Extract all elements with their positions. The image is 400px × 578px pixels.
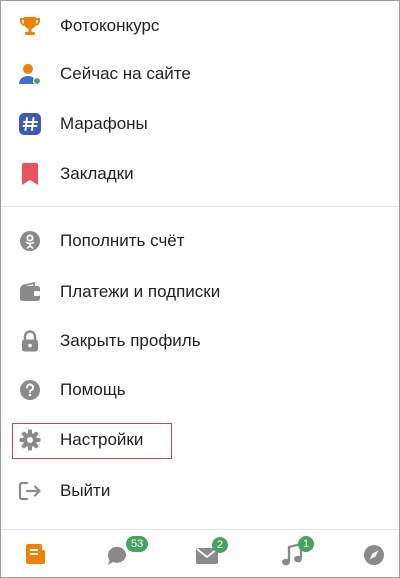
- menu-item-label: Пополнить счёт: [60, 231, 185, 250]
- compass-icon: [364, 545, 384, 565]
- chat-icon: [107, 546, 126, 565]
- help-icon: [18, 378, 42, 402]
- menu-item-label: Сейчас на сайте: [60, 64, 191, 83]
- nav-messages[interactable]: 53: [106, 536, 156, 568]
- settings-highlight-frame: [12, 423, 172, 459]
- nav-music[interactable]: 1: [281, 536, 331, 568]
- nav-discover[interactable]: [363, 540, 387, 568]
- menu-item-label: Выйти: [60, 481, 111, 500]
- menu-item-payments[interactable]: Платежи и подписки: [1, 267, 399, 317]
- logout-icon: [18, 479, 42, 503]
- menu-item-marathons[interactable]: Марафоны: [1, 99, 399, 149]
- ok-coin-icon: [18, 229, 42, 253]
- feed-icon: [26, 544, 45, 564]
- menu-item-top-up[interactable]: Пополнить счёт: [1, 216, 399, 266]
- menu-screen: Фотоконкурс Сейчас на сайте Марафоны Зак…: [0, 0, 400, 578]
- menu-item-label: Закрыть профиль: [60, 331, 201, 350]
- music-badge: 1: [298, 536, 315, 552]
- menu-item-label: Марафоны: [60, 114, 148, 133]
- lock-icon: [18, 329, 42, 353]
- notifications-badge: 2: [212, 537, 229, 553]
- bookmark-icon: [18, 162, 42, 186]
- menu-item-label: Фотоконкурс: [60, 16, 160, 35]
- menu-item-bookmarks[interactable]: Закладки: [1, 149, 399, 199]
- wallet-icon: [18, 280, 42, 304]
- menu-item-help[interactable]: Помощь: [1, 365, 399, 415]
- nav-feed[interactable]: [25, 540, 49, 568]
- menu-divider: [1, 206, 399, 207]
- menu-item-label: Помощь: [60, 380, 126, 399]
- menu-item-photo-contest[interactable]: Фотоконкурс: [1, 1, 399, 51]
- messages-badge: 53: [126, 536, 149, 552]
- hashtag-icon: [18, 112, 42, 136]
- menu-item-label: Закладки: [60, 164, 134, 183]
- nav-notifications[interactable]: 2: [195, 537, 245, 568]
- menu-item-label: Платежи и подписки: [60, 282, 221, 301]
- menu-item-online-now[interactable]: Сейчас на сайте: [1, 49, 399, 99]
- bottom-nav: 53 2 1: [1, 529, 399, 577]
- menu-item-close-profile[interactable]: Закрыть профиль: [1, 316, 399, 366]
- trophy-icon: [18, 14, 42, 38]
- online-user-icon: [18, 62, 42, 86]
- menu-item-logout[interactable]: Выйти: [1, 466, 399, 516]
